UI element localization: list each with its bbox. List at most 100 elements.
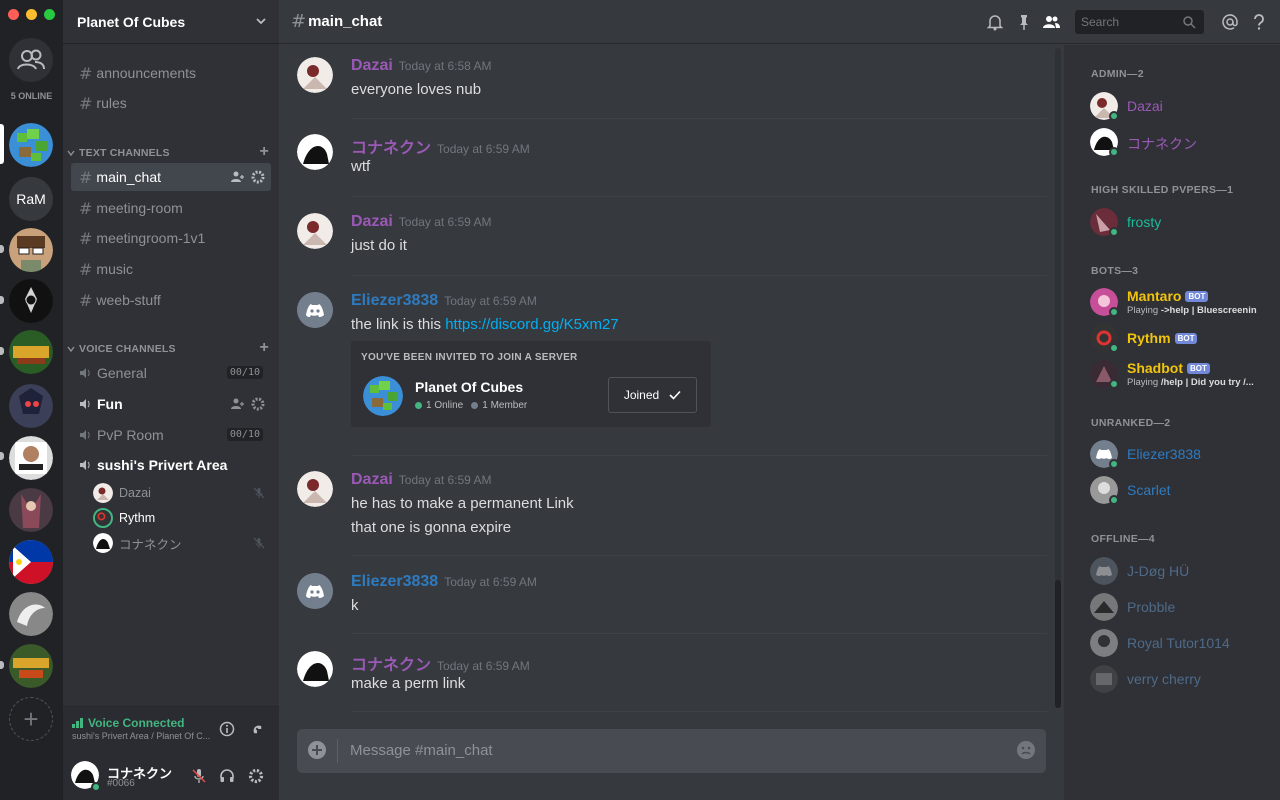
server-header[interactable]: Planet Of Cubes <box>63 0 279 44</box>
voice-user-konanekun[interactable]: コナネクン <box>93 531 271 555</box>
channel-announcements[interactable]: # announcements <box>71 59 271 87</box>
message-input[interactable]: Message #main_chat <box>350 742 493 759</box>
maximize-window-button[interactable] <box>44 9 55 20</box>
category-voice-channels[interactable]: VOICE CHANNELS + <box>67 340 271 357</box>
bell-icon[interactable] <box>986 13 1004 31</box>
online-status-dot <box>1109 495 1119 505</box>
member-name: J-Døg HÜ <box>1127 563 1190 579</box>
category-text-channels[interactable]: TEXT CHANNELS + <box>67 144 271 161</box>
message-author[interactable]: Dazai Today at 6:59 AM <box>351 471 492 489</box>
member-verry-cherry[interactable]: verry cherry <box>1090 665 1276 697</box>
scrollbar-thumb[interactable] <box>1055 580 1061 708</box>
invite-person-icon[interactable] <box>231 397 245 411</box>
server-icon-planet-of-cubes[interactable] <box>9 123 53 167</box>
hash-icon: # <box>79 167 93 187</box>
voice-user-dazai[interactable]: Dazai <box>93 481 271 505</box>
message-author[interactable]: Dazai Today at 6:58 AM <box>351 57 492 75</box>
member-j-dog[interactable]: J-Døg HÜ <box>1090 557 1276 589</box>
voice-channel-sushis-privert-area[interactable]: sushi's Privert Area <box>71 451 271 479</box>
discord-default-avatar-icon <box>297 573 333 609</box>
settings-gear-icon[interactable] <box>248 768 264 784</box>
pin-icon[interactable] <box>1015 13 1033 31</box>
invite-link[interactable]: https://discord.gg/K5xm27 <box>445 316 618 333</box>
server-icon-7[interactable] <box>9 436 53 480</box>
voice-channel-pvp-room[interactable]: PvP Room 00/10 <box>71 421 271 449</box>
online-status-dot <box>1109 459 1119 469</box>
minimize-window-button[interactable] <box>26 9 37 20</box>
message-text: he has to make a permanent Link <box>351 495 574 512</box>
add-channel-icon[interactable]: + <box>259 340 269 356</box>
gear-icon[interactable] <box>251 170 265 184</box>
server-icon-5[interactable] <box>9 330 53 374</box>
add-server-button[interactable]: + <box>9 697 53 741</box>
message-author[interactable]: コナネクン Today at 6:59 AM <box>351 651 530 675</box>
flag-image <box>9 540 53 584</box>
avatar[interactable] <box>297 471 333 507</box>
user-panel: コナネクン #0066 <box>63 750 279 800</box>
server-icon-10[interactable] <box>9 592 53 636</box>
message-author[interactable]: Dazai Today at 6:59 AM <box>351 213 492 231</box>
anime-avatar-image <box>9 384 53 428</box>
avatar[interactable] <box>297 573 333 609</box>
member-dot-icon <box>471 402 479 409</box>
member-name: コナネクン <box>1127 136 1197 152</box>
member-shadbot[interactable]: Shadbot BOT Playing /help | Did you try /… <box>1090 360 1276 392</box>
message-divider <box>351 455 1047 456</box>
server-icon-ram[interactable]: RaM <box>9 177 53 221</box>
voice-channel-general[interactable]: General 00/10 <box>71 359 271 387</box>
disconnect-icon[interactable] <box>249 721 265 737</box>
channel-meeting-room[interactable]: # meeting-room <box>71 194 271 222</box>
channel-rules[interactable]: # rules <box>71 89 271 117</box>
server-icon-11[interactable] <box>9 644 53 688</box>
voice-channel-fun[interactable]: Fun <box>71 390 271 418</box>
upload-plus-icon[interactable] <box>307 740 327 760</box>
gear-icon[interactable] <box>251 397 265 411</box>
avatar[interactable] <box>297 134 333 170</box>
friends-button[interactable] <box>9 38 53 82</box>
member-eliezer3838[interactable]: Eliezer3838 <box>1090 440 1276 472</box>
member-frosty[interactable]: frosty <box>1090 208 1276 240</box>
member-rythm[interactable]: Rythm BOT <box>1090 324 1276 356</box>
help-icon[interactable] <box>1250 13 1268 31</box>
member-royal-tutor[interactable]: Royal Tutor1014 <box>1090 629 1276 661</box>
joined-button[interactable]: Joined <box>608 377 697 413</box>
message-author[interactable]: Eliezer3838 Today at 6:59 AM <box>351 573 537 591</box>
server-icon-philippines[interactable] <box>9 540 53 584</box>
avatar[interactable] <box>297 292 333 328</box>
member-list-icon[interactable] <box>1042 13 1060 31</box>
close-window-button[interactable] <box>8 9 19 20</box>
info-icon[interactable] <box>219 721 235 737</box>
member-name: Probble <box>1127 599 1176 615</box>
avatar[interactable] <box>297 57 333 93</box>
voice-user-rythm[interactable]: Rythm <box>93 506 271 530</box>
channel-sidebar: Planet Of Cubes # announcements # rules TE… <box>63 0 279 800</box>
channel-weeb-stuff[interactable]: # weeb-stuff <box>71 286 271 314</box>
mute-mic-icon[interactable] <box>191 768 207 784</box>
add-channel-icon[interactable]: + <box>259 144 269 160</box>
channel-music[interactable]: # music <box>71 255 271 283</box>
member-konanekun[interactable]: コナネクン <box>1090 128 1276 160</box>
member-name: Mantaro BOT <box>1127 288 1209 304</box>
member-scarlet[interactable]: Scarlet <box>1090 476 1276 508</box>
channel-label: PvP Room <box>97 427 164 443</box>
invite-person-icon[interactable] <box>231 170 245 184</box>
member-dazai[interactable]: Dazai <box>1090 92 1276 124</box>
member-mantaro[interactable]: Mantaro BOT Playing ->help | Bluescreenin… <box>1090 288 1276 320</box>
message-author[interactable]: Eliezer3838 Today at 6:59 AM <box>351 292 537 310</box>
author-name: Dazai <box>351 213 393 230</box>
avatar[interactable] <box>297 651 333 687</box>
bot-badge: BOT <box>1187 363 1210 374</box>
search-input[interactable]: Search <box>1075 10 1204 34</box>
channel-main-chat[interactable]: # main_chat <box>71 163 271 191</box>
server-icon-4[interactable] <box>9 279 53 323</box>
server-icon-6[interactable] <box>9 384 53 428</box>
mentions-icon[interactable] <box>1221 13 1239 31</box>
emoji-icon[interactable] <box>1016 740 1036 760</box>
channel-meetingroom-1v1[interactable]: # meetingroom-1v1 <box>71 224 271 252</box>
server-icon-8[interactable] <box>9 488 53 532</box>
headphones-icon[interactable] <box>219 768 235 784</box>
message-author[interactable]: コナネクン Today at 6:59 AM <box>351 134 530 158</box>
avatar[interactable] <box>297 213 333 249</box>
server-icon-3[interactable] <box>9 228 53 272</box>
member-probble[interactable]: Probble <box>1090 593 1276 625</box>
